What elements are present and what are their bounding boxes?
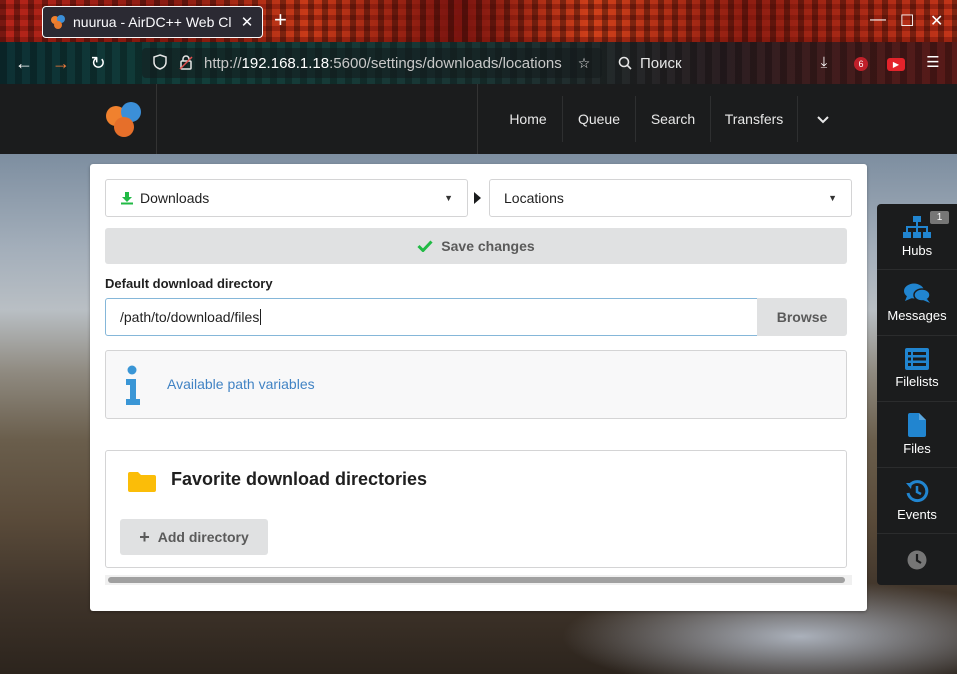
sidebar-label: Messages bbox=[887, 308, 947, 323]
page-dropdown[interactable]: Locations ▼ bbox=[489, 179, 852, 217]
plus-icon: + bbox=[139, 527, 150, 547]
comments-icon bbox=[904, 283, 931, 303]
list-icon bbox=[905, 348, 929, 370]
horizontal-scrollbar[interactable] bbox=[105, 575, 852, 585]
info-icon bbox=[126, 365, 140, 405]
search-icon bbox=[618, 56, 632, 70]
check-icon bbox=[417, 240, 433, 252]
header-divider bbox=[477, 84, 478, 154]
youtube-icon[interactable]: ▶ bbox=[886, 53, 906, 73]
menu-search[interactable]: Search bbox=[636, 84, 710, 154]
maximize-icon[interactable]: ☐ bbox=[900, 11, 914, 31]
clock-icon bbox=[907, 550, 927, 569]
sidebar-label: Hubs bbox=[901, 243, 933, 258]
browser-tab-bar: nuurua - AirDC++ Web Client ✕ + — ☐ ✕ bbox=[0, 0, 957, 42]
breadcrumb-arrow-icon bbox=[474, 192, 481, 204]
save-changes-label: Save changes bbox=[441, 238, 535, 254]
airdc-logo[interactable] bbox=[105, 102, 143, 140]
forward-icon[interactable]: → bbox=[50, 52, 72, 74]
download-icon[interactable]: ⤓ bbox=[814, 53, 834, 73]
sidebar-item-events[interactable]: Events bbox=[877, 468, 957, 534]
sidebar-label: Filelists bbox=[895, 374, 939, 389]
close-tab-icon[interactable]: ✕ bbox=[240, 13, 254, 31]
extension-icon[interactable]: 6 bbox=[851, 53, 871, 73]
path-variables-link[interactable]: Available path variables bbox=[167, 376, 315, 392]
new-tab-icon[interactable]: + bbox=[274, 9, 287, 31]
browser-tab[interactable]: nuurua - AirDC++ Web Client ✕ bbox=[42, 6, 263, 38]
download-icon bbox=[121, 192, 133, 205]
history-icon bbox=[906, 480, 929, 503]
right-sidebar: Hubs 1 Messages Filelists Files Events bbox=[877, 204, 957, 585]
sidebar-label: Files bbox=[903, 441, 931, 456]
more-menu-chevron-icon[interactable] bbox=[798, 84, 848, 154]
file-icon bbox=[908, 413, 926, 437]
hubs-count-badge: 1 bbox=[930, 211, 949, 224]
minimize-icon[interactable]: — bbox=[870, 11, 886, 29]
sidebar-item-activity[interactable] bbox=[877, 534, 957, 585]
window-close-icon[interactable]: ✕ bbox=[930, 11, 943, 31]
reload-icon[interactable]: ↻ bbox=[87, 52, 109, 74]
sidebar-item-filelists[interactable]: Filelists bbox=[877, 336, 957, 402]
settings-card: Downloads ▼ Locations ▼ Save changes Def… bbox=[90, 164, 867, 611]
url-text[interactable]: http://192.168.1.18:5600/settings/downlo… bbox=[204, 55, 566, 72]
field-label: Default download directory bbox=[105, 276, 273, 291]
header-divider bbox=[156, 84, 157, 154]
lock-icon[interactable] bbox=[178, 54, 194, 73]
sidebar-item-messages[interactable]: Messages bbox=[877, 270, 957, 336]
path-variables-box: Available path variables bbox=[105, 350, 847, 419]
menu-queue[interactable]: Queue bbox=[563, 84, 635, 154]
favorite-directories-title: Favorite download directories bbox=[171, 469, 428, 489]
search-placeholder: Поиск bbox=[640, 54, 682, 72]
sidebar-item-files[interactable]: Files bbox=[877, 402, 957, 468]
app-header: Home Queue Search Transfers bbox=[0, 84, 957, 154]
shield-icon[interactable] bbox=[152, 53, 168, 73]
browser-toolbar: ← → ↻ http://192.168.1.18:5600/settings/… bbox=[0, 42, 957, 84]
section-dropdown[interactable]: Downloads ▼ bbox=[105, 179, 468, 217]
address-bar[interactable]: http://192.168.1.18:5600/settings/downlo… bbox=[142, 48, 602, 78]
download-directory-input[interactable]: /path/to/download/files bbox=[105, 298, 758, 336]
dropdown-caret-icon: ▼ bbox=[828, 193, 837, 203]
sitemap-icon bbox=[903, 216, 931, 238]
menu-icon[interactable]: ☰ bbox=[923, 53, 943, 73]
sidebar-item-hubs[interactable]: Hubs 1 bbox=[877, 204, 957, 270]
dropdown-caret-icon: ▼ bbox=[444, 193, 453, 203]
bookmark-star-icon[interactable]: ☆ bbox=[576, 55, 592, 72]
section-dropdown-value: Downloads bbox=[140, 190, 210, 206]
page-dropdown-value: Locations bbox=[504, 190, 564, 206]
browser-search[interactable]: Поиск bbox=[610, 48, 805, 78]
download-directory-value: /path/to/download/files bbox=[120, 309, 260, 325]
airdc-favicon-icon bbox=[51, 15, 65, 29]
browse-button[interactable]: Browse bbox=[757, 298, 847, 336]
add-directory-button[interactable]: + Add directory bbox=[120, 519, 268, 555]
add-directory-label: Add directory bbox=[157, 529, 249, 545]
favorite-directories-section: Favorite download directories + Add dire… bbox=[105, 450, 847, 568]
folder-icon bbox=[128, 472, 156, 492]
back-icon[interactable]: ← bbox=[13, 52, 35, 74]
tab-title: nuurua - AirDC++ Web Client bbox=[73, 14, 232, 30]
sidebar-label: Events bbox=[897, 507, 937, 522]
save-changes-button[interactable]: Save changes bbox=[105, 228, 847, 264]
menu-transfers[interactable]: Transfers bbox=[711, 84, 797, 154]
menu-home[interactable]: Home bbox=[494, 84, 562, 154]
scrollbar-thumb[interactable] bbox=[108, 577, 845, 583]
text-caret bbox=[260, 309, 262, 325]
